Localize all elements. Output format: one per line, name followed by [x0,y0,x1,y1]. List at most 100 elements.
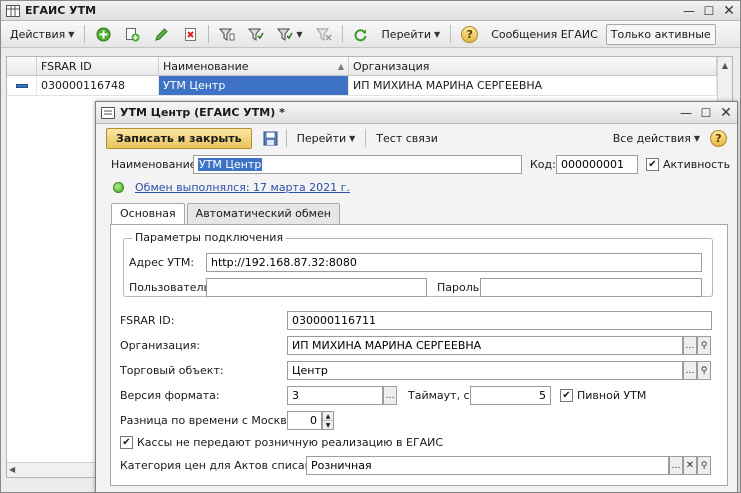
maximize-icon[interactable]: ☐ [699,106,713,120]
add-icon [95,26,111,42]
organization-open-button[interactable]: ⚲ [697,336,711,355]
toolbar-separator [208,25,210,43]
pencil-icon [153,26,169,42]
column-header-fsrar[interactable]: FSRAR ID [37,57,159,75]
maximize-icon[interactable]: ☐ [702,4,716,18]
filter-list-button[interactable]: ▼ [272,24,307,45]
format-version-input[interactable]: 3 [287,386,383,405]
tab-panel-main: Параметры подключения Адрес УТМ: http://… [110,224,728,486]
filter-value-button[interactable] [243,24,269,45]
all-actions-label: Все действия [612,131,691,145]
active-checkbox[interactable]: ✔ [646,158,659,171]
code-input[interactable]: 000000001 [556,155,638,174]
caret-down-icon: ▼ [349,133,356,143]
scroll-up-icon[interactable]: ▲ [718,57,732,73]
trade-object-input[interactable]: Центр [287,361,683,380]
toolbar-separator [341,25,343,43]
search-icon: ⚲ [700,365,708,376]
dialog-goto-menu-button[interactable]: Перейти ▼ [294,128,359,149]
time-diff-stepper[interactable]: ▲ ▼ [322,411,334,430]
clear-filter-button[interactable] [311,24,337,45]
edit-button[interactable] [148,24,174,45]
table-row[interactable]: 030000116748 УТМ Центр ИП МИХИНА МАРИНА … [7,76,732,96]
active-label: Активность [663,158,731,171]
minimize-icon[interactable]: — [682,4,696,18]
close-icon[interactable]: ✕ [722,3,736,19]
organization-label: Организация: [120,339,201,352]
tab-main[interactable]: Основная [111,203,185,225]
row-marker-icon [15,83,28,88]
column-header-name[interactable]: Наименование ▲ [159,57,349,75]
time-diff-input[interactable]: 0 [287,411,322,430]
beer-utm-checkbox[interactable]: ✔ [560,389,573,402]
caret-down-icon: ▼ [296,29,303,39]
user-input[interactable] [206,278,427,297]
name-label: Наименование: [111,158,201,171]
egais-messages-label: Сообщения ЕГАИС [491,27,598,41]
fsrar-input[interactable]: 030000116711 [287,311,712,330]
cell-fsrar-id: 030000116748 [37,76,159,95]
clear-filter-icon [315,26,332,42]
name-input-value: УТМ Центр [198,158,263,171]
search-icon: ⚲ [700,340,708,351]
goto-menu-button[interactable]: Перейти ▼ [377,24,446,45]
kassa-no-retail-checkbox[interactable]: ✔ [120,436,133,449]
table-header: FSRAR ID Наименование ▲ Организация [7,57,732,76]
connection-params-group: Параметры подключения Адрес УТМ: http://… [123,231,713,297]
trade-object-open-button[interactable]: ⚲ [697,361,711,380]
price-category-open-button[interactable]: ⚲ [697,456,711,475]
add-button[interactable] [90,24,116,45]
organization-select-button[interactable]: … [683,336,697,355]
egais-messages-button[interactable]: Сообщения ЕГАИС [486,24,603,45]
tab-auto-exchange[interactable]: Автоматический обмен [186,203,340,224]
copy-button[interactable] [119,24,145,45]
actions-menu-button[interactable]: Действия ▼ [5,24,79,45]
price-category-input[interactable]: Розничная [306,456,669,475]
stepper-up-icon[interactable]: ▲ [323,412,333,421]
close-icon[interactable]: ✕ [719,105,733,121]
price-category-select-button[interactable]: … [669,456,683,475]
minimize-icon[interactable]: — [679,106,693,120]
code-label: Код: [530,158,556,171]
row-state-cell [7,76,37,95]
address-label: Адрес УТМ: [129,256,195,269]
format-version-select-button[interactable]: … [383,386,397,405]
only-active-toggle[interactable]: Только активные [605,23,716,45]
save-and-close-button[interactable]: Записать и закрыть [106,127,252,149]
filter-button[interactable] [214,24,240,45]
exchange-status-link[interactable]: Обмен выполнялся: 17 марта 2021 г. [135,181,350,194]
checkmark-icon: ✔ [122,436,131,448]
password-label: Пароль: [437,281,483,294]
dialog-toolbar: Записать и закрыть Перейти ▼ Тест связи … [96,124,737,152]
password-input[interactable] [480,278,702,297]
dialog-goto-label: Перейти [296,131,347,145]
test-connection-button[interactable]: Тест связи [373,128,441,149]
save-icon[interactable] [263,130,279,146]
checkmark-icon: ✔ [562,389,571,401]
refresh-button[interactable] [348,24,374,45]
address-input[interactable]: http://192.168.87.32:8080 [206,253,702,272]
stepper-down-icon[interactable]: ▼ [323,421,333,429]
fsrar-label: FSRAR ID: [120,314,175,327]
price-category-clear-button[interactable]: ✕ [683,456,697,475]
cell-name: УТМ Центр [159,76,349,95]
scroll-left-icon[interactable]: ◀ [9,465,15,474]
timeout-input[interactable]: 5 [470,386,551,405]
checkmark-icon: ✔ [648,158,657,170]
dialog-title: УТМ Центр (ЕГАИС УТМ) * [120,106,285,119]
time-diff-label: Разница по времени с Москвой: [120,414,305,427]
help-icon[interactable]: ? [710,129,727,147]
all-actions-menu-button[interactable]: Все действия ▼ [608,128,705,149]
actions-label: Действия [10,27,66,41]
list-grid-icon [5,3,21,19]
name-input[interactable]: УТМ Центр [193,155,522,174]
organization-input[interactable]: ИП МИХИНА МАРИНА СЕРГЕЕВНА [287,336,683,355]
help-button[interactable]: ? [456,24,483,45]
caret-down-icon: ▼ [434,29,441,39]
toolbar-separator [285,129,287,147]
delete-button[interactable] [177,24,203,45]
trade-object-select-button[interactable]: … [683,361,697,380]
user-label: Пользователь: [129,281,214,294]
column-header-organization[interactable]: Организация [349,57,717,75]
form-icon [100,105,116,121]
